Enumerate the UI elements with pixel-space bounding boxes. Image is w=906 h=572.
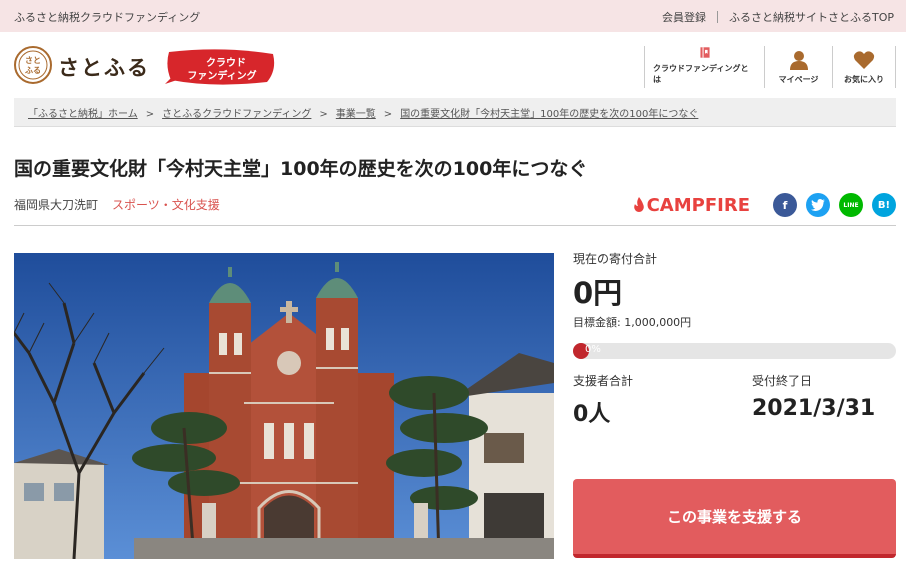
deadline-label: 受付終了日 bbox=[752, 374, 813, 388]
hatena-share-button[interactable]: B! bbox=[872, 193, 896, 217]
crowdfunding-badge[interactable]: クラウド ファンディング bbox=[163, 48, 277, 86]
share-bar: CAMPFIRE f LINE B! bbox=[633, 193, 896, 217]
funding-stats: 現在の寄付合計 0円 目標金額: 1,000,000円 0% 支援者合計 0人 … bbox=[573, 250, 896, 427]
project-category[interactable]: スポーツ・文化支援 bbox=[112, 198, 220, 212]
satofull-logo-text[interactable]: さとふる bbox=[58, 52, 150, 82]
project-meta: 福岡県大刀洗町 スポーツ・文化支援 bbox=[14, 196, 220, 213]
satofull-logo-mark[interactable]: さと ふる bbox=[14, 46, 52, 84]
deadline-value: 2021/3/31 bbox=[752, 396, 876, 421]
section-divider bbox=[14, 225, 896, 226]
page-title: 国の重要文化財「今村天主堂」100年の歴史を次の100年につなぐ bbox=[14, 158, 588, 180]
supporters-stat: 支援者合計 0人 bbox=[573, 372, 633, 428]
breadcrumb-separator: > bbox=[319, 109, 328, 120]
nav-about-crowdfunding[interactable]: クラウドファンディングとは bbox=[644, 46, 764, 88]
nav-favorites[interactable]: お気に入り bbox=[832, 46, 896, 88]
top-links: 会員登録 ふるさと納税サイトさとふるTOP bbox=[662, 9, 894, 25]
breadcrumb-current[interactable]: 国の重要文化財「今村天主堂」100年の歴史を次の100年につなぐ bbox=[400, 109, 698, 120]
breadcrumb-projects[interactable]: 事業一覧 bbox=[336, 109, 376, 120]
breadcrumb-home[interactable]: 「ふるさと納税」ホーム bbox=[28, 109, 138, 120]
svg-text:ふる: ふる bbox=[25, 66, 41, 75]
line-share-button[interactable]: LINE bbox=[839, 193, 863, 217]
current-amount-label: 現在の寄付合計 bbox=[573, 252, 658, 266]
divider bbox=[716, 11, 718, 23]
site-tagline: ふるさと納税クラウドファンディング bbox=[14, 11, 201, 24]
target-amount: 目標金額: 1,000,000円 bbox=[573, 316, 692, 329]
hatena-icon: B! bbox=[877, 199, 891, 211]
project-photo bbox=[14, 253, 554, 559]
breadcrumb-separator: > bbox=[145, 109, 155, 120]
support-project-button[interactable]: この事業を支援する bbox=[573, 479, 896, 558]
user-icon bbox=[789, 51, 808, 70]
breadcrumb-separator: > bbox=[383, 109, 393, 120]
twitter-share-button[interactable] bbox=[806, 193, 830, 217]
register-link[interactable]: 会員登録 bbox=[662, 9, 706, 25]
line-icon: LINE bbox=[843, 201, 859, 209]
top-bar: ふるさと納税クラウドファンディング 会員登録 ふるさと納税サイトさとふるTOP bbox=[0, 0, 906, 32]
facebook-share-button[interactable]: f bbox=[773, 193, 797, 217]
book-icon bbox=[699, 47, 710, 58]
nav-mypage[interactable]: マイページ bbox=[764, 46, 832, 88]
nav-label: クラウドファンディングとは bbox=[653, 64, 749, 84]
supporters-label: 支援者合計 bbox=[573, 374, 634, 388]
project-location: 福岡県大刀洗町 bbox=[14, 198, 99, 212]
satofull-top-link[interactable]: ふるさと納税サイトさとふるTOP bbox=[729, 9, 894, 25]
facebook-icon: f bbox=[782, 198, 788, 212]
deadline-stat: 受付終了日 2021/3/31 bbox=[752, 372, 875, 421]
supporters-value: 0人 bbox=[573, 402, 611, 427]
current-amount: 0円 bbox=[573, 276, 623, 310]
campfire-text: CAMPFIRE bbox=[646, 194, 750, 216]
flame-icon bbox=[633, 197, 644, 212]
progress-bar: 0% bbox=[573, 343, 896, 359]
header: さと ふる さとふる クラウド ファンディング クラウドファンディングとは マイ… bbox=[0, 32, 906, 98]
breadcrumb: 「ふるさと納税」ホーム > さとふるクラウドファンディング > 事業一覧 > 国の重要文化財… bbox=[14, 98, 896, 127]
breadcrumb-crowdfunding[interactable]: さとふるクラウドファンディング bbox=[162, 109, 311, 120]
progress-percent: 0% bbox=[585, 344, 601, 355]
nav-label: マイページ bbox=[778, 75, 819, 84]
svg-text:さと: さと bbox=[25, 56, 41, 65]
heart-icon bbox=[853, 51, 875, 69]
badge-line-2: ファンディング bbox=[187, 71, 257, 82]
header-nav: クラウドファンディングとは マイページ お気に入り bbox=[644, 46, 896, 88]
nav-label: お気に入り bbox=[844, 75, 884, 84]
campfire-logo[interactable]: CAMPFIRE bbox=[633, 195, 750, 216]
twitter-icon bbox=[811, 199, 825, 211]
